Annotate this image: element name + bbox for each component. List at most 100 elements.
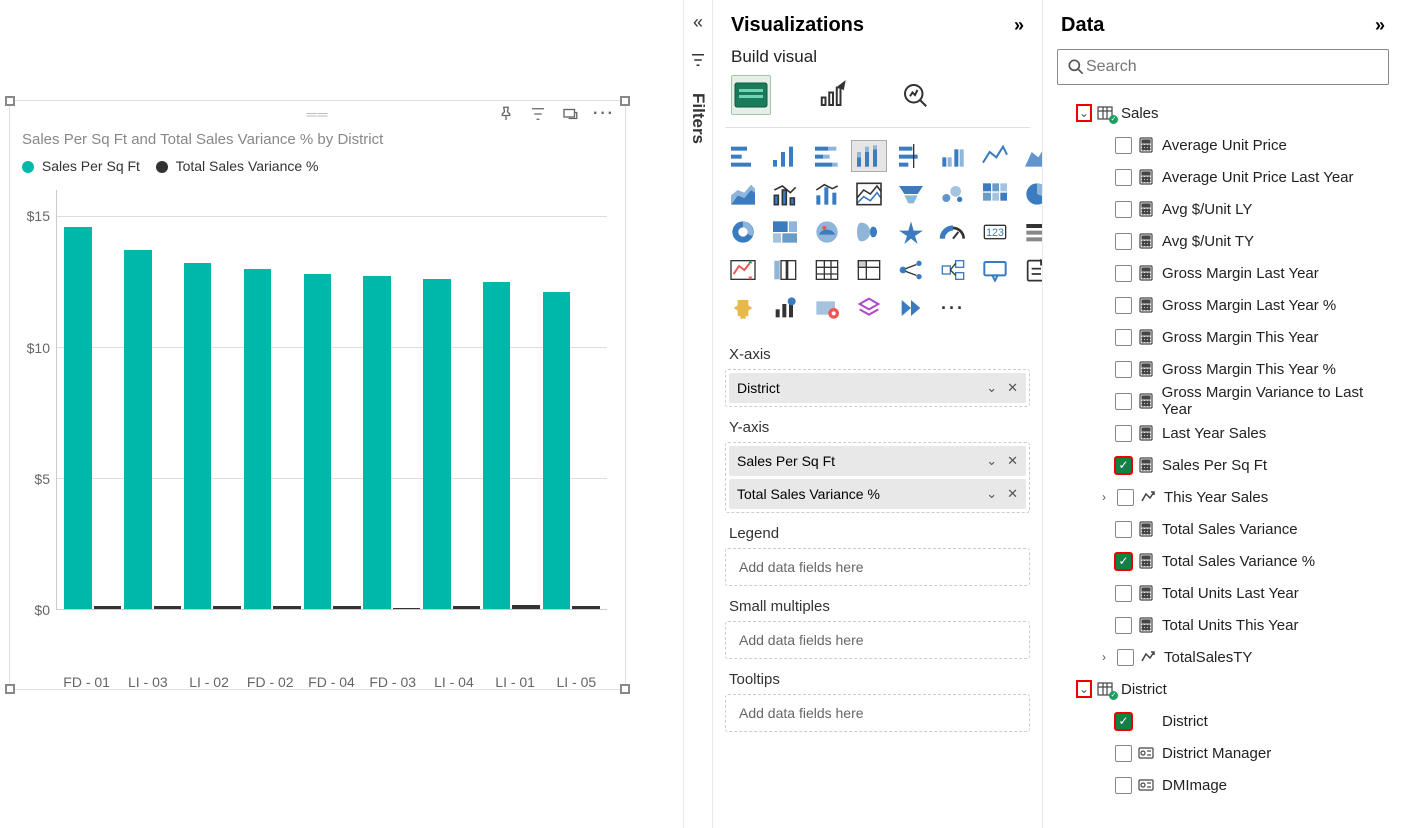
- collapse-data-icon[interactable]: »: [1375, 15, 1385, 36]
- field-checkbox[interactable]: [1117, 489, 1134, 506]
- field-checkbox[interactable]: [1115, 521, 1132, 538]
- viz-type-gauge[interactable]: [935, 216, 971, 248]
- expand-caret-icon[interactable]: ›: [1097, 490, 1111, 504]
- field-row[interactable]: Total Sales Variance: [1047, 513, 1395, 545]
- viz-type-paginated-report[interactable]: [767, 292, 803, 324]
- more-options-icon[interactable]: ···: [593, 105, 615, 123]
- focus-mode-icon[interactable]: [561, 105, 579, 123]
- analytics-tab[interactable]: [895, 75, 935, 115]
- viz-type-clustered-column-grouped[interactable]: [935, 140, 971, 172]
- yaxis-well[interactable]: Sales Per Sq Ft ⌄✕ Total Sales Variance …: [725, 442, 1030, 513]
- field-row[interactable]: ›TotalSalesTY: [1047, 641, 1395, 673]
- viz-type-kpi[interactable]: [725, 254, 761, 286]
- viz-type-stacked-area[interactable]: [725, 178, 761, 210]
- viz-type-funnel[interactable]: [893, 178, 929, 210]
- bar-series-1[interactable]: [304, 274, 331, 609]
- resize-handle-bottom-left[interactable]: [5, 684, 15, 694]
- bar-series-1[interactable]: [184, 263, 211, 609]
- small-multiples-well[interactable]: Add data fields here: [725, 621, 1030, 659]
- bar-series-2[interactable]: [94, 606, 121, 609]
- viz-type-line-and-column[interactable]: [767, 178, 803, 210]
- viz-type-slicer[interactable]: [767, 254, 803, 286]
- field-checkbox[interactable]: [1115, 777, 1132, 794]
- remove-pill-icon[interactable]: ✕: [1007, 380, 1018, 396]
- bar-group[interactable]: [422, 190, 482, 609]
- bar-group[interactable]: [481, 190, 541, 609]
- viz-type-table[interactable]: [809, 254, 845, 286]
- field-row[interactable]: Gross Margin This Year: [1047, 321, 1395, 353]
- field-row[interactable]: Avg $/Unit TY: [1047, 225, 1395, 257]
- field-row[interactable]: Average Unit Price: [1047, 129, 1395, 161]
- remove-pill-icon[interactable]: ✕: [1007, 486, 1018, 502]
- viz-type-pie-chart[interactable]: [1019, 178, 1043, 210]
- expand-caret-icon[interactable]: ⌄: [1077, 681, 1091, 697]
- viz-type-waterfall[interactable]: [977, 178, 1013, 210]
- bar-series-1[interactable]: [244, 269, 271, 609]
- viz-type-matrix[interactable]: [851, 254, 887, 286]
- viz-type-ribbon-chart[interactable]: [851, 178, 887, 210]
- chevron-down-icon[interactable]: ⌄: [986, 380, 997, 396]
- visual-drag-handle[interactable]: ══: [307, 106, 329, 122]
- legend-well[interactable]: Add data fields here: [725, 548, 1030, 586]
- field-checkbox[interactable]: [1115, 617, 1132, 634]
- field-checkbox[interactable]: [1115, 297, 1132, 314]
- viz-type-clustered-column[interactable]: [767, 140, 803, 172]
- data-search-input[interactable]: [1086, 58, 1380, 76]
- field-checkbox[interactable]: ✓: [1115, 457, 1132, 474]
- report-canvas[interactable]: ══ ··· Sales Per Sq Ft and Total Sales V…: [0, 0, 683, 828]
- expand-caret-icon[interactable]: ⌄: [1077, 105, 1091, 121]
- bar-series-1[interactable]: [124, 250, 151, 609]
- bar-series-2[interactable]: [512, 605, 539, 609]
- field-row[interactable]: ✓District: [1047, 705, 1395, 737]
- viz-type-trophy-visual[interactable]: [725, 292, 761, 324]
- field-row[interactable]: Avg $/Unit LY: [1047, 193, 1395, 225]
- viz-type-decomposition-tree[interactable]: [893, 254, 929, 286]
- bar-series-1[interactable]: [543, 292, 570, 609]
- bar-group[interactable]: [63, 190, 123, 609]
- bar-series-2[interactable]: [273, 606, 300, 609]
- viz-type-more-visuals[interactable]: ···: [935, 292, 971, 324]
- viz-type-stacked-bar-horizontal[interactable]: [725, 140, 761, 172]
- viz-type-bar-target[interactable]: [893, 140, 929, 172]
- expand-caret-icon[interactable]: ›: [1097, 650, 1111, 664]
- field-checkbox[interactable]: [1115, 233, 1132, 250]
- field-checkbox[interactable]: [1115, 745, 1132, 762]
- viz-type-smart-narrative[interactable]: [935, 254, 971, 286]
- viz-type-treemap[interactable]: [767, 216, 803, 248]
- bar-group[interactable]: [183, 190, 243, 609]
- format-visual-tab[interactable]: [813, 75, 853, 115]
- bar-group[interactable]: [242, 190, 302, 609]
- viz-type-line-and-clustered-column[interactable]: [809, 178, 845, 210]
- bar-group[interactable]: [302, 190, 362, 609]
- bar-group[interactable]: [123, 190, 183, 609]
- field-row[interactable]: DMImage: [1047, 769, 1395, 801]
- field-row[interactable]: District Manager: [1047, 737, 1395, 769]
- collapse-visualizations-icon[interactable]: »: [1014, 15, 1024, 36]
- field-row[interactable]: Total Units This Year: [1047, 609, 1395, 641]
- viz-type-arcgis-map[interactable]: [809, 292, 845, 324]
- xaxis-well[interactable]: District ⌄✕: [725, 369, 1030, 407]
- bar-series-1[interactable]: [64, 227, 91, 609]
- chevron-down-icon[interactable]: ⌄: [986, 453, 997, 469]
- field-checkbox[interactable]: [1115, 169, 1132, 186]
- bar-series-1[interactable]: [363, 276, 390, 609]
- field-row[interactable]: ✓Sales Per Sq Ft: [1047, 449, 1395, 481]
- field-checkbox[interactable]: [1115, 393, 1132, 410]
- field-checkbox[interactable]: [1115, 361, 1132, 378]
- bar-series-1[interactable]: [423, 279, 450, 609]
- viz-type-stacked-column[interactable]: [851, 140, 887, 172]
- pin-icon[interactable]: [497, 105, 515, 123]
- viz-type-qna[interactable]: [977, 254, 1013, 286]
- field-checkbox[interactable]: [1115, 329, 1132, 346]
- viz-type-stacked-bar-100[interactable]: [809, 140, 845, 172]
- bar-group[interactable]: [362, 190, 422, 609]
- viz-type-donut-chart[interactable]: [725, 216, 761, 248]
- viz-type-card[interactable]: 123: [977, 216, 1013, 248]
- field-checkbox[interactable]: [1115, 425, 1132, 442]
- yaxis-pill-total-sales-variance-pct[interactable]: Total Sales Variance % ⌄✕: [729, 479, 1026, 509]
- bar-series-2[interactable]: [453, 606, 480, 609]
- viz-type-multi-row-card[interactable]: [1019, 216, 1043, 248]
- field-row[interactable]: ✓Total Sales Variance %: [1047, 545, 1395, 577]
- field-row[interactable]: Total Units Last Year: [1047, 577, 1395, 609]
- filters-pane-collapsed[interactable]: « Filters: [683, 0, 713, 828]
